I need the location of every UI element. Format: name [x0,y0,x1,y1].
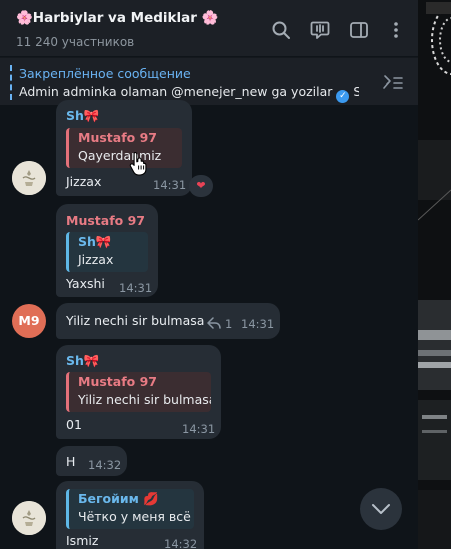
message-text: Ismiz [66,533,99,548]
message-text: H [66,454,76,469]
reply-text: Jizzax [78,252,114,267]
message-time: 14:32 [88,458,122,472]
message-text: Jizzax [66,174,102,189]
background-window [418,0,451,549]
hand-cursor-icon [129,151,147,176]
message-text: Yiliz nechi sir bulmasa [66,313,205,328]
message-time: 14:32 [164,537,198,549]
message-time: 14:31 [153,178,187,192]
reply-quote[interactable]: Бегойим 💋 Чётко у меня всё [66,489,194,529]
pinned-text-rest: S... [353,84,359,99]
user-avatar[interactable] [12,501,46,535]
message-bubble[interactable]: Sh🎀 Mustafo 97 Qayerdanmiz Jizzax 14:31 [56,100,192,196]
reply-sender: Mustafo 97 [78,130,157,145]
pinned-indicator [10,65,12,100]
message-bubble[interactable]: Sh🎀 Mustafo 97 Yiliz nechi sir bulmasa 0… [56,345,221,439]
user-avatar[interactable]: M9 [12,304,46,338]
reply-quote[interactable]: Sh🎀 Jizzax [66,232,148,272]
message-time: 14:31 [182,422,216,436]
more-vert-icon[interactable] [386,20,406,40]
message-time: 14:31 [241,317,275,331]
message-bubble[interactable]: Yiliz nechi sir bulmasa 1 14:31 [56,303,280,339]
verified-check-icon: ✓ [336,90,350,103]
sender-name[interactable]: Sh🎀 [66,108,99,124]
reply-text: Чётко у меня всё [78,509,191,524]
pinned-list-icon[interactable] [380,73,404,91]
message-bubble[interactable]: Бегойим 💋 Чётко у меня всё Ismiz 14:32 [56,481,204,549]
pinned-text-main: Admin adminka olaman @menejer_new ga yoz… [19,84,337,99]
reply-text: Yiliz nechi sir bulmasa [78,392,211,407]
chat-header[interactable]: 🌸Harbiylar va Mediklar 🌸 11 240 участник… [0,0,418,56]
reply-sender: Бегойим 💋 [78,491,159,506]
message-time: 14:31 [119,281,153,295]
chat-window: 🌸Harbiylar va Mediklar 🌸 11 240 участник… [0,0,418,549]
chat-title[interactable]: 🌸Harbiylar va Mediklar 🌸 [16,10,218,26]
side-panel-icon[interactable] [349,20,369,40]
pinned-message-bar[interactable]: Закреплённое сообщение Admin adminka ola… [0,57,418,105]
pinned-title: Закреплённое сообщение [19,66,191,81]
reply-sender: Mustafo 97 [78,374,157,389]
user-avatar[interactable] [12,161,46,195]
member-count: 11 240 участников [16,35,135,49]
heart-reaction[interactable]: ❤ [189,175,213,197]
sender-name[interactable]: Mustafo 97 [66,213,145,228]
reply-sender: Sh🎀 [78,234,112,249]
message-bubble[interactable]: Mustafo 97 Sh🎀 Jizzax Yaxshi 14:31 [56,204,158,297]
reply-quote[interactable]: Mustafo 97 Qayerdanmiz [66,128,182,168]
message-bubble[interactable]: H 14:32 [56,446,127,476]
chevron-down-icon [372,504,390,514]
scroll-to-bottom-button[interactable] [360,488,402,530]
search-icon[interactable] [271,20,291,40]
live-chat-icon[interactable] [310,20,330,40]
thread-reply-count[interactable]: 1 [225,317,232,331]
reply-arrow-icon [207,317,221,329]
reply-quote[interactable]: Mustafo 97 Yiliz nechi sir bulmasa [66,372,211,412]
message-text: 01 [66,417,82,432]
message-text: Yaxshi [66,276,105,291]
sender-name[interactable]: Sh🎀 [66,353,99,369]
